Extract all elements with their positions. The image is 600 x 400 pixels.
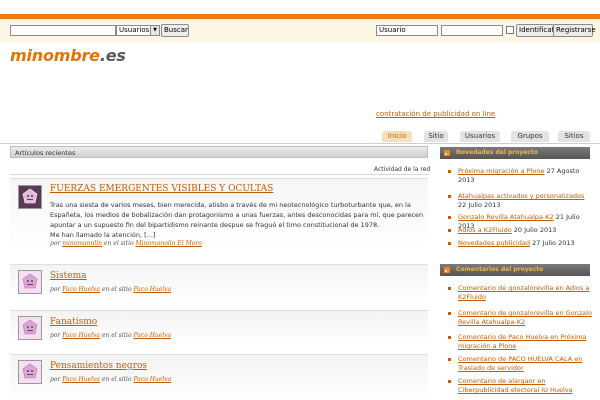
meta-user-link[interactable]: Paco Huelva (62, 376, 100, 383)
list-item: Sistema por Paco Huelva en el sitio Paco… (10, 264, 428, 300)
bullet-icon (448, 336, 451, 339)
article-meta: por Paco Huelva en el sitio Paco Huelva (50, 286, 171, 293)
bullet-icon (448, 287, 451, 290)
tab-sitio[interactable]: Sitio (424, 131, 448, 142)
tab-grupos[interactable]: Grupos (511, 131, 549, 142)
avatar[interactable] (18, 270, 42, 294)
news-link[interactable]: Novedades publicidad (458, 239, 530, 247)
body-line: Españeta, los medios de bobalización dan… (50, 211, 424, 219)
register-button[interactable]: Registrarse (553, 24, 596, 37)
comment-link[interactable]: Comentario de gonzalorevilla en Gonzalo … (458, 309, 594, 327)
meta-by: por (50, 240, 61, 247)
login-button[interactable]: Identifícate (516, 24, 559, 37)
body-line: Tras una siesta de varios meses, bien me… (50, 201, 411, 209)
featured-article-title[interactable]: FUERZAS EMERGENTES VISIBLES Y OCULTAS (50, 184, 273, 194)
meta-in: en el sitio (101, 286, 132, 293)
comment-link[interactable]: Comentario de alargaor en Ciberpublicida… (458, 377, 594, 395)
meta-user-link[interactable]: minomannlin (62, 240, 102, 247)
news-link[interactable]: Atahualpas activados y personalizados (458, 192, 584, 200)
news-date: 27 Julio 2013 (532, 239, 575, 247)
avatar-icon (19, 361, 41, 383)
article-title[interactable]: Fanatismo (50, 317, 97, 327)
project-comments-header: Comentarios del proyecto (440, 264, 590, 276)
news-link[interactable]: Adios a K2Fluido (458, 226, 512, 234)
activity-label: Actividad de la red (374, 166, 431, 173)
news-date: 20 Julio 2013 (513, 226, 557, 234)
body-line: Me han llamado la atención, [...] (50, 231, 156, 239)
meta-site-link[interactable]: Paco Huelva (134, 286, 172, 293)
body-line: apuntar a un supuesto fin del bipartidis… (50, 221, 380, 229)
avatar-icon (19, 186, 41, 208)
nav-tabs: Inicio Sitio Usuarios Grupos Sitios (0, 131, 600, 143)
advertising-link[interactable]: contratación de publicidad on line (376, 110, 495, 118)
meta-by: por (50, 286, 61, 293)
featured-article-meta: por minomannlin en el sitio Minomanolin … (50, 240, 202, 247)
project-comments-box: Comentarios del proyecto Comentario de g… (440, 264, 592, 400)
comment-link[interactable]: Comentario de gonzalorevilla en Adios a … (458, 284, 594, 302)
bullet-icon (448, 170, 451, 173)
article-meta: por Paco Huelva en el sitio Paco Huelva (50, 332, 171, 339)
meta-in: en el sitio (101, 376, 132, 383)
bullet-icon (448, 195, 451, 198)
bullet-icon (448, 229, 451, 232)
tab-inicio[interactable]: Inicio (382, 131, 412, 142)
tabs-divider (0, 143, 600, 144)
article-title[interactable]: Sistema (50, 271, 87, 281)
article-title[interactable]: Pensamientos negros (50, 361, 147, 371)
site-logo[interactable]: minombre.es (10, 46, 126, 65)
project-news-title: Novedades del proyecto (456, 149, 538, 156)
bullet-icon (448, 358, 451, 361)
password-input[interactable] (441, 25, 503, 36)
top-margin (0, 0, 600, 14)
project-news-box: Novedades del proyecto Próxima migración… (440, 147, 590, 257)
meta-in: en el sitio (103, 240, 134, 247)
meta-user-link[interactable]: Paco Huelva (62, 286, 100, 293)
avatar[interactable] (18, 185, 42, 209)
top-toolbar: Usuarios ▼ Buscar Usuario Identifícate R… (0, 19, 600, 42)
news-link[interactable]: Gonzalo Revilla Atahualpa-K2 (458, 213, 554, 221)
bullet-icon (448, 216, 451, 219)
comment-link[interactable]: Comentario de Paco Huelva en Próxima mig… (458, 333, 594, 351)
tab-sitios[interactable]: Sitios (558, 131, 590, 142)
search-input[interactable] (10, 25, 116, 36)
list-item: Pensamientos negros por Paco Huelva en e… (10, 354, 428, 400)
search-button[interactable]: Buscar (161, 24, 189, 37)
avatar[interactable] (18, 316, 42, 340)
rss-icon[interactable] (444, 150, 450, 156)
list-item: Fanatismo por Paco Huelva en el sitio Pa… (10, 310, 428, 346)
featured-article-body: Tras una siesta de varios meses, bien me… (50, 200, 424, 240)
chevron-down-icon: ▼ (150, 26, 159, 35)
news-date: 22 Julio 2013 (458, 201, 501, 209)
logo-name: minombre (10, 46, 100, 65)
meta-by: por (50, 376, 61, 383)
recent-articles-header: Artículos recientes (10, 146, 428, 158)
featured-article: FUERZAS EMERGENTES VISIBLES Y OCULTAS Tr… (10, 178, 428, 247)
remember-checkbox[interactable] (506, 26, 514, 34)
tab-usuarios[interactable]: Usuarios (460, 131, 500, 142)
meta-site-link[interactable]: Paco Huelva (134, 332, 172, 339)
news-link[interactable]: Próxima migración a Plone (458, 167, 544, 175)
rss-icon[interactable] (444, 267, 450, 273)
meta-site-link[interactable]: Paco Huelva (134, 376, 172, 383)
avatar[interactable] (18, 360, 42, 384)
username-input[interactable]: Usuario (376, 25, 438, 36)
meta-by: por (50, 332, 61, 339)
comment-link[interactable]: Comentario de PACO HUELVA CALA en Trasla… (458, 355, 594, 373)
activity-divider (10, 174, 428, 175)
project-news-header: Novedades del proyecto (440, 147, 590, 159)
bullet-icon (448, 312, 451, 315)
meta-in: en el sitio (101, 332, 132, 339)
search-type-value: Usuarios (119, 26, 150, 34)
meta-user-link[interactable]: Paco Huelva (62, 332, 100, 339)
meta-site-link[interactable]: Minomanolin El Moro (136, 240, 202, 247)
article-meta: por Paco Huelva en el sitio Paco Huelva (50, 376, 171, 383)
bullet-icon (448, 242, 451, 245)
avatar-icon (19, 317, 41, 339)
project-comments-title: Comentarios del proyecto (456, 266, 544, 273)
search-type-select[interactable]: Usuarios ▼ (116, 25, 160, 36)
avatar-icon (19, 271, 41, 293)
logo-tld: .es (99, 46, 126, 65)
bullet-icon (448, 380, 451, 383)
